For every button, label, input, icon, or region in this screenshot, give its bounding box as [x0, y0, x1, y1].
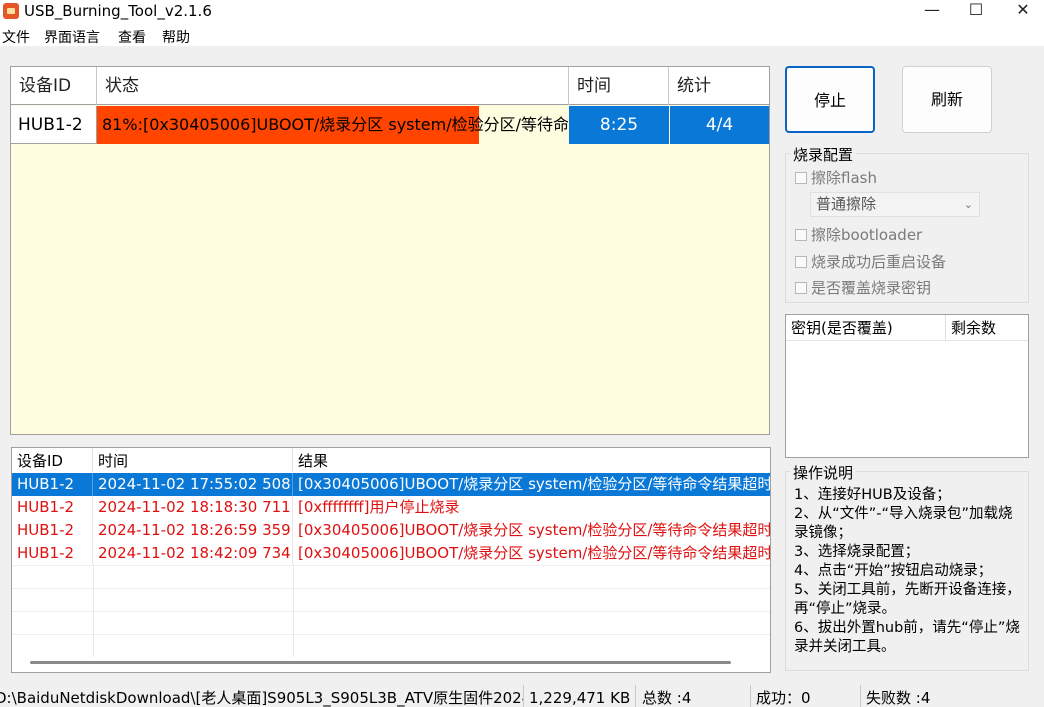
header-remaining[interactable]: 剩余数 [946, 315, 1028, 341]
instructions-text: 1、连接好HUB及设备； 2、从“文件”-“导入烧录包”加载烧录镜像； 3、选择… [794, 486, 1026, 657]
window-title: USB_Burning_Tool_v2.1.6 [24, 2, 212, 20]
erase-mode-value: 普通擦除 [816, 195, 877, 213]
menu-language[interactable]: 界面语言 [44, 27, 100, 47]
grid-line [12, 588, 770, 589]
device-table-header: 设备ID 状态 时间 统计 [11, 67, 769, 105]
instruction-line: 2、从“文件”-“导入烧录包”加载烧录镜像； [794, 506, 1013, 541]
stop-button[interactable]: 停止 [785, 66, 875, 133]
checkbox-box [795, 282, 807, 294]
device-table[interactable]: 设备ID 状态 时间 统计 HUB1-2 81%:[0x30405006]UBO… [10, 66, 770, 435]
log-header-id[interactable]: 设备ID [12, 448, 93, 472]
header-key[interactable]: 密钥(是否覆盖) [786, 315, 946, 341]
menu-view[interactable]: 查看 [118, 27, 146, 47]
key-table[interactable]: 密钥(是否覆盖) 剩余数 [785, 314, 1029, 458]
instruction-line: 6、拔出外置hub前，请先“停止”烧录并关闭工具。 [794, 620, 1020, 655]
log-cell-time: 2024-11-02 18:26:59 359 [93, 519, 293, 542]
refresh-button[interactable]: 刷新 [902, 66, 992, 133]
menu-file[interactable]: 文件 [2, 27, 30, 47]
log-cell-result: [0x30405006]UBOOT/烧录分区 system/检验分区/等待命令结… [298, 544, 770, 562]
status-bar: D:\BaiduNetdiskDownload\[老人桌面]S905L3_S90… [0, 685, 1044, 707]
log-cell-time: 2024-11-02 18:18:30 711 [93, 496, 293, 519]
status-text: 81%:[0x30405006]UBOOT/烧录分区 system/检验分区/等… [102, 115, 569, 134]
log-header-time[interactable]: 时间 [93, 448, 293, 472]
count-cell: 4/4 [669, 106, 769, 144]
instruction-line: 4、点击“开始”按钮启动烧录； [794, 563, 993, 579]
checkbox-box [795, 256, 807, 268]
grid-line [12, 634, 770, 635]
grid-line [12, 611, 770, 612]
log-cell-id: HUB1-2 [12, 519, 93, 542]
erase-bootloader-label: 擦除bootloader [811, 226, 923, 244]
log-cell-result: [0xffffffff]用户停止烧录 [298, 498, 460, 516]
menu-bar: 文件 界面语言 查看 帮助 [0, 24, 1044, 46]
log-row[interactable]: HUB1-2 2024-11-02 17:55:02 508 [0x304050… [12, 473, 770, 496]
burn-config-title: 烧录配置 [790, 144, 857, 165]
title-bar: USB_Burning_Tool_v2.1.6 — ☐ ✕ [0, 0, 1044, 24]
instruction-line: 5、关闭工具前，先断开设备连接，再“停止”烧录。 [794, 582, 1021, 617]
overwrite-key-label: 是否覆盖烧录密钥 [811, 279, 932, 297]
instruction-line: 3、选择烧录配置； [794, 544, 920, 560]
menu-help[interactable]: 帮助 [162, 27, 190, 47]
log-cell-id: HUB1-2 [12, 473, 93, 496]
log-cell-id: HUB1-2 [12, 496, 93, 519]
status-fail: 失败数 :4 [866, 689, 931, 707]
minimize-button[interactable]: — [907, 0, 957, 24]
log-cell-time: 2024-11-02 18:42:09 734 [93, 542, 293, 565]
time-cell: 8:25 [569, 106, 669, 144]
grid-line [12, 565, 770, 566]
status-cell: 81%:[0x30405006]UBOOT/烧录分区 system/检验分区/等… [97, 106, 569, 144]
overwrite-key-checkbox[interactable]: 是否覆盖烧录密钥 [795, 277, 931, 298]
erase-mode-select[interactable]: 普通擦除 ⌄ [810, 192, 980, 217]
header-stats[interactable]: 统计 [669, 67, 769, 105]
instruction-line: 1、连接好HUB及设备； [794, 487, 951, 503]
log-header-result[interactable]: 结果 [293, 448, 770, 472]
device-id-cell: HUB1-2 [11, 106, 97, 144]
column-separator [293, 565, 294, 657]
erase-flash-label: 擦除flash [811, 169, 877, 187]
status-path: D:\BaiduNetdiskDownload\[老人桌面]S905L3_S90… [0, 685, 524, 707]
erase-bootloader-checkbox[interactable]: 擦除bootloader [795, 224, 922, 245]
status-size: 1,229,471 KB [526, 685, 636, 707]
close-button[interactable]: ✕ [998, 0, 1044, 24]
checkbox-box [795, 172, 807, 184]
status-total: 总数 :4 [639, 685, 751, 707]
log-row[interactable]: HUB1-2 2024-11-02 18:26:59 359 [0x304050… [12, 519, 770, 542]
log-table[interactable]: 设备ID 时间 结果 HUB1-2 2024-11-02 17:55:02 50… [11, 447, 771, 673]
checkbox-box [795, 229, 807, 241]
log-header: 设备ID 时间 结果 [12, 448, 770, 472]
horizontal-scrollbar[interactable] [30, 661, 731, 664]
log-row[interactable]: HUB1-2 2024-11-02 18:42:09 734 [0x304050… [12, 542, 770, 565]
log-cell-id: HUB1-2 [12, 542, 93, 565]
column-separator [93, 565, 94, 657]
log-cell-time: 2024-11-02 17:55:02 508 [93, 473, 293, 496]
app-icon [3, 3, 19, 19]
reboot-after-checkbox[interactable]: 烧录成功后重启设备 [795, 251, 946, 272]
header-time[interactable]: 时间 [569, 67, 669, 105]
maximize-button[interactable]: ☐ [951, 0, 1001, 24]
chevron-down-icon: ⌄ [963, 198, 973, 211]
log-row[interactable]: HUB1-2 2024-11-02 18:18:30 711 [0xffffff… [12, 496, 770, 519]
log-cell-result: [0x30405006]UBOOT/烧录分区 system/检验分区/等待命令结… [298, 475, 770, 493]
log-cell-result: [0x30405006]UBOOT/烧录分区 system/检验分区/等待命令结… [298, 521, 770, 539]
header-device-id[interactable]: 设备ID [11, 67, 97, 105]
status-success: 成功：0 [753, 685, 861, 707]
reboot-after-label: 烧录成功后重启设备 [811, 253, 947, 271]
erase-flash-checkbox[interactable]: 擦除flash [795, 167, 877, 188]
header-status[interactable]: 状态 [97, 67, 569, 105]
device-row[interactable]: HUB1-2 81%:[0x30405006]UBOOT/烧录分区 system… [11, 106, 769, 144]
instructions-title: 操作说明 [790, 462, 857, 483]
